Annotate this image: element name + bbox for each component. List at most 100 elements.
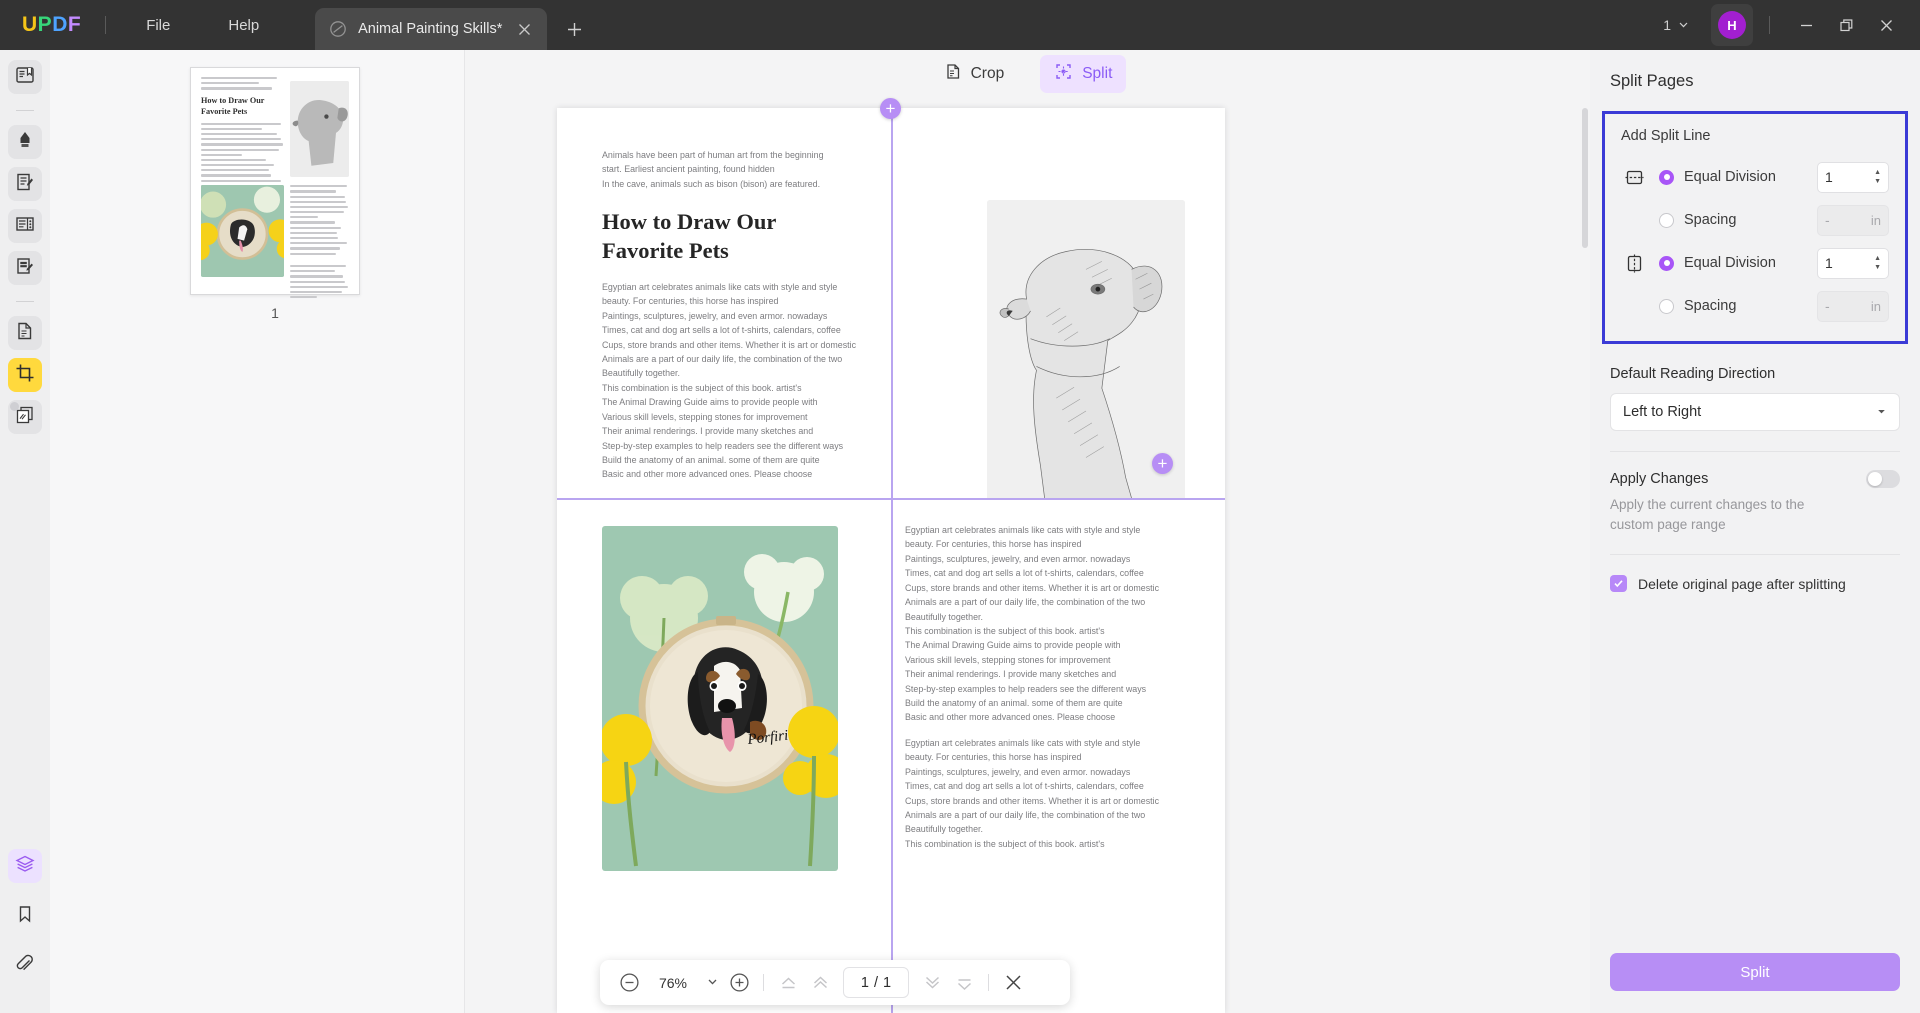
last-page-button[interactable] xyxy=(949,968,979,998)
close-icon[interactable] xyxy=(513,18,535,40)
paperclip-icon xyxy=(14,953,36,980)
updf-logo: UPDF xyxy=(22,13,81,37)
thumbnail-heading: How to Draw Our xyxy=(201,96,284,107)
reading-direction-select[interactable]: Left to Right xyxy=(1610,393,1900,431)
page-number-input[interactable]: 1 / 1 xyxy=(843,967,909,998)
account-button[interactable]: H xyxy=(1711,4,1753,46)
sidebar-item-attachments[interactable] xyxy=(8,949,42,983)
vertical-spacing-input[interactable]: - in xyxy=(1817,291,1889,322)
chevron-down-icon xyxy=(1876,406,1887,419)
sidebar-item-layers[interactable] xyxy=(8,849,42,883)
horizontal-split-line[interactable] xyxy=(557,498,1225,500)
radio-horizontal-spacing[interactable] xyxy=(1659,213,1674,228)
horizontal-spacing-value: - xyxy=(1825,212,1871,228)
prev-page-button[interactable] xyxy=(805,968,835,998)
plus-circle-icon: + xyxy=(886,100,896,117)
page-intro-text: Animals have been part of human art from… xyxy=(557,108,891,482)
split-row-vertical-spacing: Spacing - in xyxy=(1621,287,1889,325)
pdf-page[interactable]: Animals have been part of human art from… xyxy=(557,108,1225,1013)
split-row-vertical-equal: Equal Division 1 ▲▼ xyxy=(1621,244,1889,282)
page-thumbnail-1[interactable]: How to Draw Our Favorite Pets xyxy=(190,67,360,295)
vertical-split-line[interactable] xyxy=(891,108,893,1013)
sidebar-item-crop-split[interactable] xyxy=(8,358,42,392)
chevron-down-icon[interactable] xyxy=(702,976,722,989)
vertical-equal-division-value: 1 xyxy=(1825,255,1874,271)
sidebar-item-edit-pdf[interactable] xyxy=(8,167,42,201)
apply-changes-toggle[interactable] xyxy=(1866,470,1900,488)
sidebar-item-organize[interactable] xyxy=(8,209,42,243)
panel-footer: Split xyxy=(1590,953,1920,1013)
edit-document-icon xyxy=(14,171,36,198)
canvas-scrollbar[interactable] xyxy=(1582,108,1588,248)
horizontal-spacing-input[interactable]: - in xyxy=(1817,205,1889,236)
document-tab[interactable]: Animal Painting Skills* xyxy=(315,8,547,50)
sidebar-item-convert[interactable] xyxy=(8,316,42,350)
thumbnail-text-right xyxy=(290,185,349,301)
zoom-in-button[interactable] xyxy=(724,968,754,998)
page-count-dropdown[interactable]: 1 xyxy=(1655,12,1697,38)
plus-circle-icon: + xyxy=(1158,455,1168,472)
sidebar-item-annotate[interactable] xyxy=(8,125,42,159)
label-vertical-spacing: Spacing xyxy=(1684,298,1817,314)
delete-original-row[interactable]: Delete original page after splitting xyxy=(1610,575,1900,592)
add-split-marker-right[interactable]: + xyxy=(1152,453,1173,474)
radio-vertical-spacing[interactable] xyxy=(1659,299,1674,314)
next-page-button[interactable] xyxy=(917,968,947,998)
sidebar-item-bookmarks[interactable] xyxy=(8,899,42,933)
close-toolbar-button[interactable] xyxy=(998,968,1028,998)
tab-title: Animal Painting Skills* xyxy=(347,21,513,37)
logo-letter-u: U xyxy=(22,13,38,37)
crop-button[interactable]: Crop xyxy=(929,55,1019,93)
chevron-down-icon xyxy=(1678,17,1689,33)
titlebar-right-controls: 1 H xyxy=(1655,4,1920,46)
rail-divider-1 xyxy=(16,110,34,111)
horizontal-spacing-unit: in xyxy=(1871,213,1881,228)
highlighter-pen-icon xyxy=(14,129,36,156)
horizontal-equal-division-stepper[interactable]: 1 ▲▼ xyxy=(1817,162,1889,193)
titlebar-divider-2 xyxy=(1769,16,1770,34)
page-body-text: Egyptian art celebrates animals like cat… xyxy=(602,280,865,482)
zoom-out-button[interactable] xyxy=(614,968,644,998)
page-count-value: 1 xyxy=(1663,17,1671,33)
thumbnail-text-left: How to Draw Our Favorite Pets xyxy=(201,77,284,195)
radio-vertical-equal-division[interactable] xyxy=(1659,256,1674,271)
page-separator: / xyxy=(874,975,878,991)
vertical-equal-division-stepper[interactable]: 1 ▲▼ xyxy=(1817,248,1889,279)
label-horizontal-spacing: Spacing xyxy=(1684,212,1817,228)
add-split-line-section: Add Split Line Equal Division 1 ▲▼ Spaci… xyxy=(1602,111,1908,344)
add-split-marker-top[interactable]: + xyxy=(880,98,901,119)
thumbnail-page-number: 1 xyxy=(190,305,360,321)
new-tab-button[interactable] xyxy=(563,18,585,40)
crop-page-icon xyxy=(943,62,962,86)
menu-help[interactable]: Help xyxy=(214,11,273,40)
reading-direction-value: Left to Right xyxy=(1623,404,1876,420)
apply-changes-section: Apply Changes Apply the current changes … xyxy=(1590,452,1920,534)
thumbnail-dog-sketch xyxy=(290,81,349,177)
close-icon[interactable] xyxy=(1866,8,1906,42)
apply-changes-helper-text: Apply the current changes to the custom … xyxy=(1610,495,1840,534)
split-button[interactable]: Split xyxy=(1040,55,1126,93)
titlebar-divider xyxy=(105,16,106,34)
radio-horizontal-equal-division[interactable] xyxy=(1659,170,1674,185)
sidebar-item-fill-sign[interactable] xyxy=(8,251,42,285)
panel-title: Split Pages xyxy=(1590,50,1920,111)
intro-line-1: Animals have been part of human art from… xyxy=(602,148,865,162)
pencil-sketch-dog-image xyxy=(987,200,1185,498)
menu-file[interactable]: File xyxy=(132,11,184,40)
page-body-text-right: Egyptian art celebrates animals like cat… xyxy=(891,498,1225,851)
crop-icon xyxy=(14,362,36,389)
page-heading: How to Draw Our Favorite Pets xyxy=(602,208,865,266)
sign-form-icon xyxy=(14,255,36,282)
split-submit-button[interactable]: Split xyxy=(1610,953,1900,991)
delete-original-checkbox[interactable] xyxy=(1610,575,1627,592)
zoom-level-value[interactable]: 76% xyxy=(646,975,700,991)
panel-resize-handle[interactable] xyxy=(10,402,19,411)
page-quadrant-bottom-right: Egyptian art celebrates animals like cat… xyxy=(891,498,1225,1013)
minimize-icon[interactable] xyxy=(1786,8,1826,42)
stepper-arrows-icon[interactable]: ▲▼ xyxy=(1874,170,1881,185)
restore-icon[interactable] xyxy=(1826,8,1866,42)
sidebar-item-reader[interactable] xyxy=(8,60,42,94)
document-canvas: Crop Split Animals have been part of hum… xyxy=(465,50,1590,1013)
first-page-button[interactable] xyxy=(773,968,803,998)
stepper-arrows-icon[interactable]: ▲▼ xyxy=(1874,256,1881,271)
